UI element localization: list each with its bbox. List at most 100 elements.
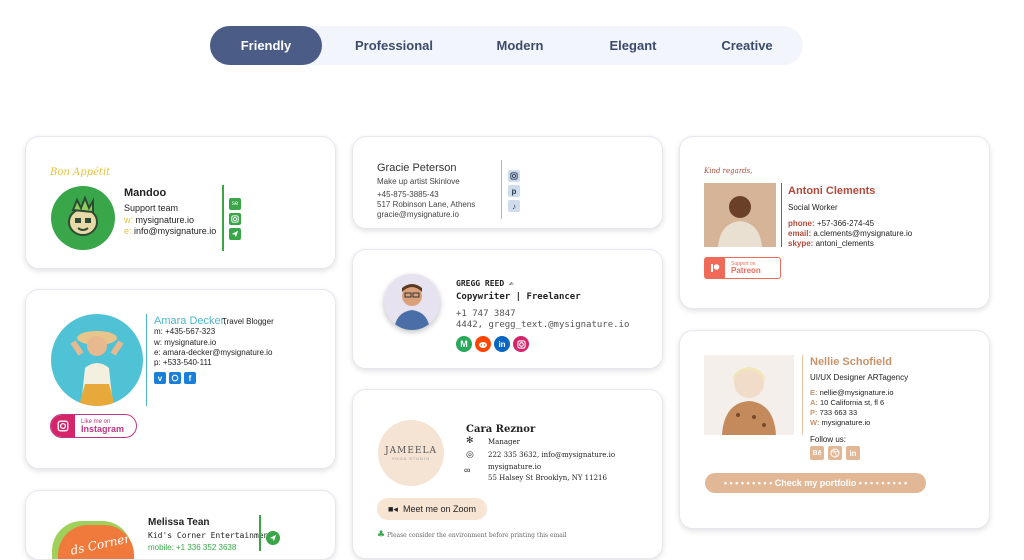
signature-card-melissa[interactable]: ds Corner! Melissa Tean Kid's Corner Ent… <box>25 490 336 560</box>
telegram-icon[interactable] <box>266 531 280 545</box>
signature-card-mandoo[interactable]: Bon Appétit Mandoo Support team w: mysig… <box>25 136 336 269</box>
web-line: w: mysignature.io <box>124 215 194 225</box>
email-line: email: a.clements@mysignature.io <box>788 229 912 238</box>
instagram-badge[interactable]: Like me on Instagram <box>50 414 137 438</box>
avatar <box>704 355 794 435</box>
name-text: GREGG REED <box>456 279 505 288</box>
signature-name: Antoni Clements <box>788 185 876 197</box>
telegram-icon[interactable] <box>229 228 241 240</box>
phone-label: P: <box>810 408 818 417</box>
logo-sub-text: YOGA STUDIO <box>391 455 431 461</box>
address-line: 55 Halsey St Brooklyn, NY 11216 <box>488 474 607 482</box>
mandoo-logo <box>51 186 115 250</box>
signature-name: Amara Decker, <box>154 315 227 327</box>
instagram-icon[interactable] <box>229 213 241 225</box>
email-value[interactable]: a.clements@mysignature.io <box>813 229 912 238</box>
facebook-icon[interactable]: f <box>184 372 196 384</box>
signature-role: Copywriter | Freelancer <box>456 292 581 302</box>
follow-label: Follow us: <box>810 435 847 444</box>
signature-card-nellie[interactable]: Nellie Schofield UI/UX Designer ARTagenc… <box>679 330 990 529</box>
tab-creative[interactable]: Creative <box>692 26 802 65</box>
signature-role: Support team <box>124 203 179 213</box>
signature-name: Gracie Peterson <box>377 162 457 174</box>
web-line[interactable]: w: mysignature.io <box>154 338 216 347</box>
dribbble-icon[interactable] <box>828 446 842 460</box>
avatar <box>51 314 143 406</box>
phone-label: phone: <box>788 219 815 228</box>
tab-elegant[interactable]: Elegant <box>574 26 692 65</box>
divider <box>222 185 224 251</box>
web-value[interactable]: mysignature.io <box>822 418 871 427</box>
linkedin-icon[interactable]: in <box>846 446 860 460</box>
tripadvisor-icon[interactable]: ∞ <box>464 465 470 475</box>
email-line: e: info@mysignature.io <box>124 226 216 236</box>
pinterest-icon[interactable]: p <box>508 185 520 197</box>
tiktok-icon[interactable]: ♪ <box>508 200 520 212</box>
email-line[interactable]: e: amara-decker@mysignature.io <box>154 348 272 357</box>
vimeo-icon[interactable]: v <box>154 372 166 384</box>
address-label: A: <box>810 398 818 407</box>
email-value[interactable]: info@mysignature.io <box>134 226 216 236</box>
greeting-text: Kind regards, <box>704 167 753 175</box>
plant-icon: ♣ <box>377 530 386 540</box>
phone-value: +57-366-274-45 <box>816 219 875 228</box>
vk-icon[interactable] <box>169 372 181 384</box>
mascot-icon <box>68 195 98 236</box>
patreon-badge[interactable]: Support on Patreon <box>704 257 781 279</box>
skype-label: skype: <box>788 239 814 248</box>
email-label: email: <box>788 229 812 238</box>
avatar <box>384 274 440 330</box>
address-line: 517 Robinson Lane, Athens <box>377 200 476 209</box>
eco-text: Please consider the environment before p… <box>387 532 567 539</box>
skype-value[interactable]: antoni_clements <box>816 239 874 248</box>
signature-card-cara[interactable]: JAMEELA YOGA STUDIO Cara Reznor Manager … <box>352 389 663 559</box>
signature-card-gregg[interactable]: GREGG REED ✍ Copywriter | Freelancer +1 … <box>352 249 663 369</box>
flower-icon: ✻ <box>466 435 474 445</box>
linkedin-icon[interactable]: in <box>494 336 510 352</box>
reddit-icon[interactable] <box>475 336 491 352</box>
web-line[interactable]: mysignature.io <box>488 463 541 471</box>
jameela-logo: JAMEELA YOGA STUDIO <box>378 420 444 486</box>
signature-card-amara[interactable]: Amara Decker, Travel Blogger m: +435-567… <box>25 289 336 469</box>
zoom-button[interactable]: ■◂ Meet me on Zoom <box>377 498 487 520</box>
zoom-label: Meet me on Zoom <box>402 504 476 514</box>
tab-modern[interactable]: Modern <box>466 26 574 65</box>
signature-card-antoni[interactable]: Kind regards, Antoni Clements Social Wor… <box>679 136 990 309</box>
instagram-icon[interactable]: ◎ <box>466 449 474 460</box>
web-label: W: <box>810 418 820 427</box>
instagram-icon <box>51 415 75 437</box>
signature-role: Travel Blogger <box>222 317 274 326</box>
instagram-icon[interactable] <box>508 170 520 182</box>
signature-name: Melissa Tean <box>148 517 210 528</box>
portfolio-button[interactable]: • • • • • • • • • Check my portfolio • •… <box>705 473 926 493</box>
signature-role: UI/UX Designer ARTagency <box>810 373 909 382</box>
web-value[interactable]: mysignature.io <box>136 215 195 225</box>
camera-icon: ■◂ <box>388 503 398 514</box>
avatar <box>704 183 776 247</box>
web-line: W: mysignature.io <box>810 418 870 427</box>
phone-line: +45-875-3885-43 <box>377 190 439 199</box>
divider <box>781 183 782 247</box>
patreon-icon <box>705 258 725 278</box>
signature-name: Cara Reznor <box>466 424 536 435</box>
phone-line: m: +435-567-323 <box>154 327 216 336</box>
se-icon[interactable]: se <box>229 198 241 210</box>
web-label: w: <box>124 215 133 225</box>
skype-line: skype: antoni_clements <box>788 239 874 248</box>
address-line[interactable]: 4442, gregg_text.@mysignature.io <box>456 320 629 330</box>
instagram-icon[interactable] <box>513 336 529 352</box>
tab-friendly[interactable]: Friendly <box>210 26 322 65</box>
email-value[interactable]: nellie@mysignature.io <box>820 388 894 397</box>
email-label: e: <box>124 226 132 236</box>
logo-text: ds Corner! <box>69 530 134 558</box>
medium-icon[interactable]: M <box>456 336 472 352</box>
phone-line: +1 747 3847 <box>456 309 516 319</box>
behance-icon[interactable]: Bē <box>810 446 824 460</box>
address-line: A: 10 California st, fl 6 <box>810 398 884 407</box>
signature-role: Manager <box>488 438 520 446</box>
phone-line: P: 733 663 33 <box>810 408 857 417</box>
signature-card-gracie[interactable]: Gracie Peterson Make up artist Skinlove … <box>352 136 663 229</box>
tab-professional[interactable]: Professional <box>322 26 466 65</box>
email-line: E: nellie@mysignature.io <box>810 388 894 397</box>
email-line[interactable]: gracie@mysignature.io <box>377 210 459 219</box>
